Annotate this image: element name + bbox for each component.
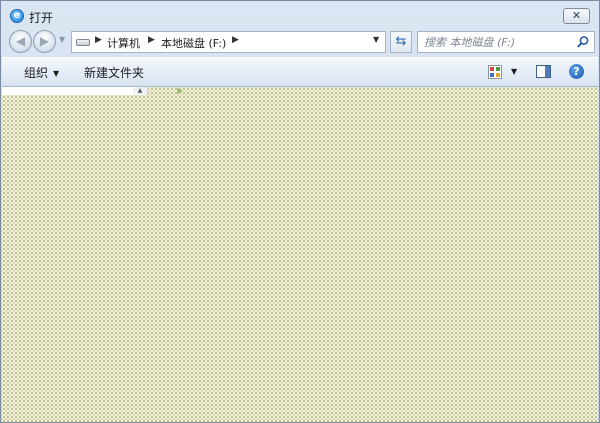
breadcrumb-separator-icon[interactable]: ▶ bbox=[232, 35, 239, 45]
change-view-icon[interactable] bbox=[488, 65, 502, 79]
address-bar[interactable]: ▶ 计算机 ▶ 本地磁盘 (F:) ▶ ▼ bbox=[71, 31, 386, 53]
navigation-row: ◀ ▶ ▼ ▶ 计算机 ▶ 本地磁盘 (F:) ▶ ▼ ⇆ bbox=[1, 29, 599, 55]
breadcrumb-computer[interactable]: 计算机 bbox=[107, 35, 140, 51]
refresh-button[interactable]: ⇆ bbox=[390, 31, 412, 53]
navigation-pane[interactable] bbox=[2, 87, 148, 95]
breadcrumb-separator-icon[interactable]: ▶ bbox=[95, 35, 102, 45]
chevron-down-icon: ▼ bbox=[53, 69, 60, 78]
address-dropdown-icon[interactable]: ▼ bbox=[373, 35, 379, 44]
search-box[interactable] bbox=[417, 31, 595, 53]
breadcrumb-separator-icon[interactable]: ▶ bbox=[148, 35, 155, 45]
close-button[interactable]: ✕ bbox=[563, 8, 590, 24]
help-icon[interactable]: ? bbox=[569, 64, 584, 79]
search-icon[interactable] bbox=[576, 35, 590, 49]
organize-label: 组织 bbox=[24, 66, 49, 80]
breadcrumb-drive[interactable]: 本地磁盘 (F:) bbox=[161, 35, 226, 51]
command-toolbar: 组织 ▼ 新建文件夹 ▼ ? bbox=[2, 57, 598, 87]
forward-arrow-icon: ▶ bbox=[39, 34, 50, 48]
drive-icon bbox=[76, 39, 90, 46]
window-title: 打开 bbox=[29, 11, 54, 25]
scroll-up-icon[interactable]: ▲ bbox=[133, 87, 147, 95]
new-folder-button[interactable]: 新建文件夹 bbox=[84, 64, 144, 81]
ie-icon: e bbox=[10, 9, 24, 23]
back-arrow-icon: ◀ bbox=[15, 34, 26, 48]
preview-pane-icon[interactable] bbox=[536, 65, 551, 78]
title-bar: e 打开 ✕ bbox=[1, 1, 599, 31]
refresh-icon: ⇆ bbox=[395, 34, 407, 49]
view-options-dropdown-icon[interactable]: ▼ bbox=[511, 67, 517, 76]
pane-splitter-icon[interactable]: ▶ bbox=[177, 87, 183, 95]
search-input[interactable] bbox=[424, 34, 572, 50]
file-list-area[interactable]: ▲ ▶ bbox=[2, 87, 598, 422]
recent-pages-dropdown-icon[interactable]: ▼ bbox=[59, 35, 65, 44]
back-button[interactable]: ◀ bbox=[9, 30, 32, 53]
organize-button[interactable]: 组织 ▼ bbox=[24, 64, 59, 81]
forward-button[interactable]: ▶ bbox=[33, 30, 56, 53]
open-dialog: e 打开 ✕ ◀ ▶ ▼ ▶ 计算机 ▶ 本地磁盘 (F:) ▶ ▼ ⇆ 搜索 … bbox=[0, 0, 600, 423]
